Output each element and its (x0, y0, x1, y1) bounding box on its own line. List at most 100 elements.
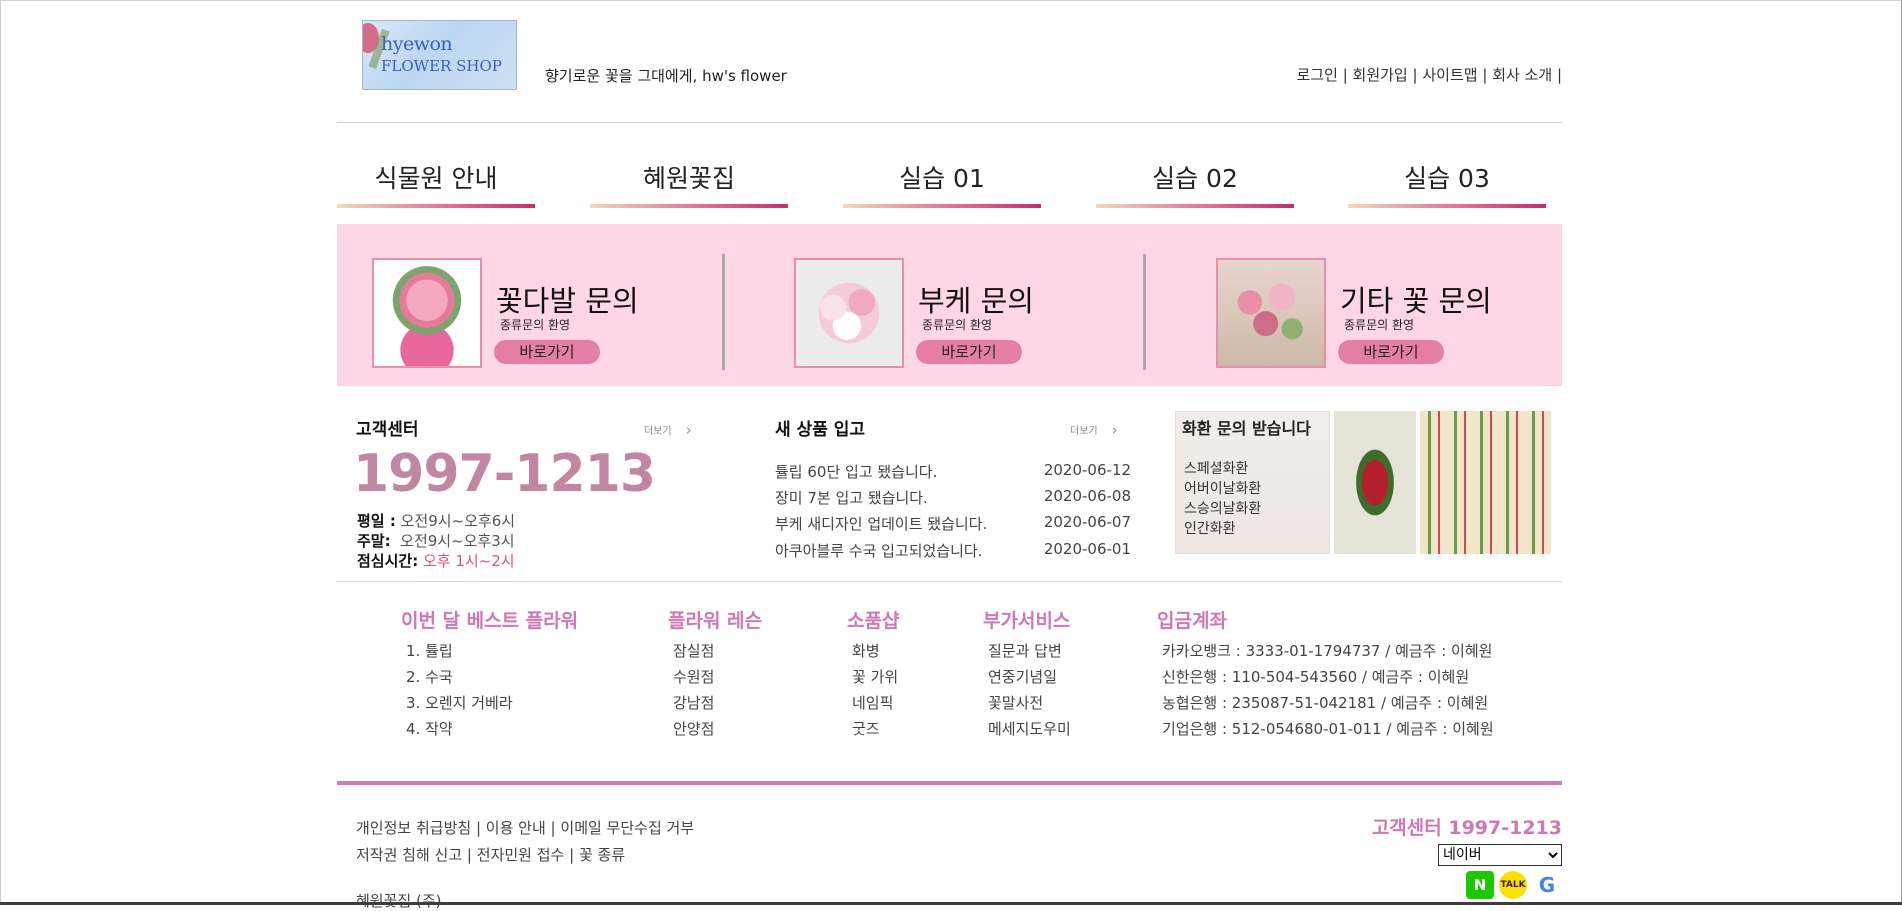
prop-shop-link[interactable]: 네임픽 (852, 692, 893, 713)
best-flower-item[interactable]: 2. 수국 (406, 666, 453, 687)
copyright-report-link[interactable]: 저작권 침해 신고 (356, 846, 462, 864)
menu-underline (1348, 204, 1546, 208)
tagline: 향기로운 꽃을 그대에게, hw's flower (545, 67, 787, 85)
prop-shop-link[interactable]: 굿즈 (852, 718, 880, 739)
usage-guide-link[interactable]: 이용 안내 (486, 819, 546, 837)
email-refusal-link[interactable]: 이메일 무단수집 거부 (560, 819, 694, 837)
best-flower-item[interactable]: 1. 튤립 (406, 640, 453, 661)
extra-service-link[interactable]: 질문과 답변 (988, 640, 1062, 661)
menu-item-label: 식물원 안내 (374, 164, 498, 193)
best-flower-item[interactable]: 4. 작약 (406, 718, 453, 739)
news-text: 아쿠아블루 수국 입고되었습니다. (775, 542, 983, 560)
sitemap-link[interactable]: 사이트맵 (1422, 66, 1477, 84)
news-item[interactable]: 부케 새디자인 업데이트 됐습니다. 2020-06-07 (775, 513, 1131, 534)
inquiry-title: 부케 문의 (918, 284, 1034, 318)
extra-service-link[interactable]: 꽃말사전 (988, 692, 1043, 713)
lesson-branch-link[interactable]: 안양점 (673, 718, 714, 739)
inquiry-title: 기타 꽃 문의 (1340, 284, 1492, 318)
company-intro-link[interactable]: 회사 소개 (1492, 66, 1552, 84)
lesson-branch-link[interactable]: 잠실점 (673, 640, 714, 661)
policy-links-row2: 저작권 침해 신고 | 전자민원 접수 | 꽃 종류 (356, 844, 625, 865)
bank-account: 기업은행 : 512-054680-01-011 / 예금주 : 이혜원 (1162, 720, 1494, 738)
new-arrivals-title: 새 상품 입고 (775, 420, 866, 440)
prop-shop-link[interactable]: 화병 (852, 640, 880, 661)
login-link[interactable]: 로그인 (1297, 66, 1338, 84)
bouquet-go-button[interactable]: 바로가기 (494, 340, 600, 364)
extra-service-link[interactable]: 연중기념일 (988, 666, 1057, 687)
news-date: 2020-06-12 (1043, 461, 1131, 479)
shop-logo[interactable]: hyewon FLOWER SHOP (362, 20, 517, 90)
policy-links-row1: 개인정보 취급방침 | 이용 안내 | 이메일 무단수집 거부 (356, 817, 694, 838)
wreath-ad-line: 스승의날화환 (1184, 501, 1262, 517)
customer-center-title: 고객센터 (356, 420, 419, 440)
flower-lesson-heading: 플라워 레슨 (668, 610, 763, 632)
news-item[interactable]: 튤립 60단 입고 됐습니다. 2020-06-12 (775, 461, 1131, 482)
google-icon[interactable]: G (1533, 871, 1561, 899)
menu-item-botanical-guide[interactable]: 식물원 안내 (337, 160, 535, 208)
kakaotalk-icon[interactable]: TALK (1499, 871, 1527, 899)
separator: | (1342, 66, 1348, 84)
menu-item-practice-03[interactable]: 실습 03 (1348, 160, 1546, 208)
news-text: 장미 7본 입고 됐습니다. (775, 489, 928, 507)
company-name: 혜원꽃집 (주) (356, 892, 442, 910)
menu-item-label: 실습 01 (899, 164, 985, 193)
extra-service-link[interactable]: 메세지도우미 (988, 718, 1071, 739)
weekend-time: 오전9시~오후3시 (400, 532, 515, 550)
search-engine-select[interactable]: 네이버 (1438, 844, 1562, 866)
best-flower-heading: 이번 달 베스트 플라워 (401, 610, 579, 632)
deposit-account-heading: 입금계좌 (1157, 610, 1227, 632)
signup-link[interactable]: 회원가입 (1353, 66, 1408, 84)
wreath-photo[interactable] (1334, 411, 1416, 554)
news-date: 2020-06-07 (1043, 513, 1131, 531)
more-label: 더보기 (644, 426, 672, 437)
weekday-time: 오전9시~오후6시 (400, 512, 516, 530)
menu-item-practice-02[interactable]: 실습 02 (1096, 160, 1294, 208)
lunch-hours: 점심시간: 오후 1시~2시 (357, 550, 515, 571)
prop-shop-link[interactable]: 꽃 가위 (852, 666, 898, 687)
banner-divider (1143, 254, 1146, 370)
bridal-go-button[interactable]: 바로가기 (916, 340, 1022, 364)
news-item[interactable]: 아쿠아블루 수국 입고되었습니다. 2020-06-01 (775, 540, 1131, 561)
menu-underline (843, 204, 1041, 208)
bouquet-photo[interactable] (372, 258, 482, 368)
lunch-label: 점심시간: (357, 552, 419, 570)
wreath-row-photo[interactable] (1420, 411, 1551, 554)
prop-shop-heading: 소품샵 (847, 610, 900, 632)
lunch-time: 오후 1시~2시 (422, 552, 515, 570)
new-arrivals-more-link[interactable]: 더보기 › (1070, 420, 1118, 439)
e-petition-link[interactable]: 전자민원 접수 (477, 846, 565, 864)
inquiry-title: 꽃다발 문의 (496, 284, 639, 318)
inquiry-banner: 꽃다발 문의 종류문의 환영 바로가기 부케 문의 종류문의 환영 바로가기 기… (337, 224, 1562, 386)
lesson-branch-link[interactable]: 강남점 (673, 692, 714, 713)
best-flower-item[interactable]: 3. 오렌지 거베라 (406, 692, 513, 713)
customer-center-more-link[interactable]: 더보기 › (644, 420, 692, 439)
separator: | (1556, 66, 1562, 84)
bank-account: 카카오뱅크 : 3333-01-1794737 / 예금주 : 이혜원 (1162, 642, 1493, 660)
bank-account: 농협은행 : 235087-51-042181 / 예금주 : 이혜원 (1162, 694, 1489, 712)
menu-item-hyewon-flower[interactable]: 혜원꽃집 (590, 160, 788, 208)
naver-icon[interactable]: N (1466, 871, 1494, 899)
bridal-bouquet-photo[interactable] (794, 258, 904, 368)
news-text: 부케 새디자인 업데이트 됐습니다. (775, 515, 988, 533)
other-go-button[interactable]: 바로가기 (1338, 340, 1444, 364)
menu-item-label: 혜원꽃집 (642, 164, 735, 193)
bank-account: 신한은행 : 110-504-543560 / 예금주 : 이혜원 (1162, 668, 1470, 686)
wreath-ad-line: 인간화환 (1184, 521, 1236, 537)
privacy-policy-link[interactable]: 개인정보 취급방침 (356, 819, 471, 837)
chevron-right-icon: › (685, 421, 692, 439)
weekend-hours: 주말: 오전9시~오후3시 (357, 530, 515, 551)
flower-types-link[interactable]: 꽃 종류 (579, 846, 625, 864)
extra-service-heading: 부가서비스 (983, 610, 1071, 632)
lesson-branch-link[interactable]: 수원점 (673, 666, 714, 687)
more-label: 더보기 (1070, 426, 1098, 437)
news-item[interactable]: 장미 7본 입고 됐습니다. 2020-06-08 (775, 487, 1131, 508)
menu-item-practice-01[interactable]: 실습 01 (843, 160, 1041, 208)
other-flower-photo[interactable] (1216, 258, 1326, 368)
wreath-inquiry-ad[interactable]: 화환 문의 받습니다 스페셜화환 어버이날화환 스승의날화환 인간화환 (1175, 411, 1330, 554)
section-divider (337, 581, 1562, 582)
separator: | (1482, 66, 1488, 84)
page-container: hyewon FLOWER SHOP 향기로운 꽃을 그대에게, hw's fl… (337, 0, 1562, 910)
menu-item-label: 실습 03 (1404, 164, 1490, 193)
separator: | (1412, 66, 1418, 84)
inquiry-subtitle: 종류문의 환영 (922, 318, 993, 332)
